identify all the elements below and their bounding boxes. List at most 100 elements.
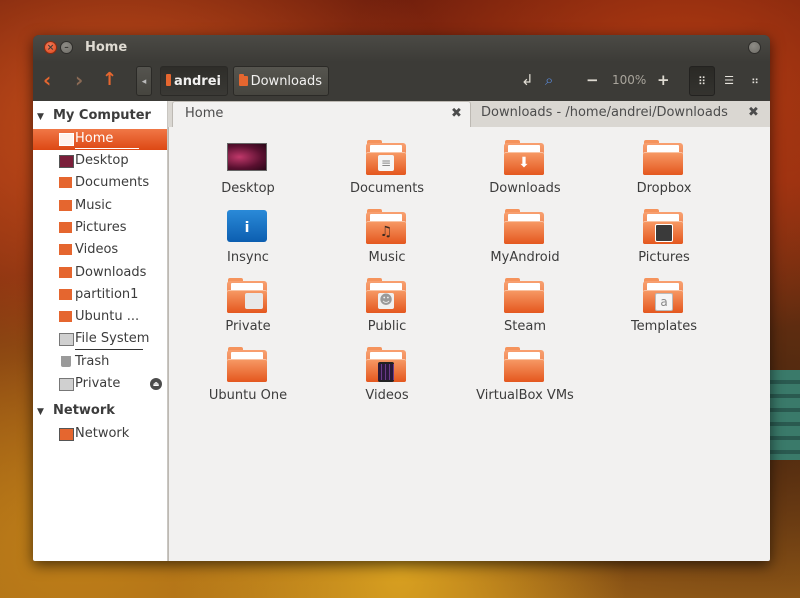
- sidebar-item-label: Desktop: [75, 153, 129, 168]
- sidebar-item-music[interactable]: Music: [33, 196, 167, 217]
- close-window-button[interactable]: ×: [44, 41, 57, 54]
- sidebar-item-label: Videos: [75, 242, 118, 257]
- sidebar-item-partition1[interactable]: partition1: [33, 285, 167, 306]
- documents-folder-icon: [59, 177, 72, 188]
- sidebar-item-ubuntu[interactable]: Ubuntu ...: [33, 307, 167, 328]
- sidebar-item-label: Pictures: [75, 220, 126, 235]
- folder-icon: [59, 311, 72, 322]
- tab-downloads[interactable]: Downloads - /home/andrei/Downloads ✖: [471, 101, 770, 127]
- file-label: Private: [179, 319, 317, 334]
- file-label: Dropbox: [595, 181, 733, 196]
- downloads-folder-icon: ⬇: [504, 143, 544, 175]
- up-arrow-icon[interactable]: ↑: [102, 69, 117, 91]
- folder-icon: [504, 350, 544, 382]
- file-item-videos[interactable]: Videos: [318, 344, 456, 410]
- sidebar-item-home[interactable]: Home: [33, 129, 167, 150]
- file-label: Music: [318, 250, 456, 265]
- zoom-out-button[interactable]: −: [586, 71, 599, 89]
- sidebar-item-desktop[interactable]: Desktop: [33, 151, 167, 172]
- file-item-dropbox[interactable]: Dropbox: [595, 137, 733, 203]
- tab-bar: Home ✖ Downloads - /home/andrei/Download…: [168, 101, 770, 127]
- zoom-in-button[interactable]: +: [657, 71, 670, 89]
- sidebar-item-label: partition1: [75, 287, 138, 302]
- file-item-private[interactable]: Private: [179, 275, 317, 341]
- window-title: Home: [85, 40, 127, 55]
- file-item-music[interactable]: ♫ Music: [318, 206, 456, 272]
- file-label: Ubuntu One: [179, 388, 317, 403]
- file-item-virtualbox-vms[interactable]: VirtualBox VMs: [456, 344, 594, 410]
- folder-icon: [227, 350, 267, 382]
- sidebar-item-pictures[interactable]: Pictures: [33, 218, 167, 239]
- underline: [75, 349, 143, 350]
- breadcrumb-label: andrei: [174, 74, 221, 89]
- tab-label: Home: [185, 106, 223, 121]
- file-item-ubuntu-one[interactable]: Ubuntu One: [179, 344, 317, 410]
- breadcrumb-scroll-left-button[interactable]: ◂: [136, 66, 152, 96]
- forward-arrow-icon[interactable]: ›: [75, 69, 83, 91]
- file-item-insync[interactable]: i Insync: [179, 206, 317, 272]
- folder-icon: [504, 212, 544, 244]
- sidebar-item-videos[interactable]: Videos: [33, 240, 167, 261]
- main-pane: Home ✖ Downloads - /home/andrei/Download…: [168, 101, 770, 561]
- sidebar-item-label: Ubuntu ...: [75, 309, 139, 324]
- breadcrumb-andrei[interactable]: andrei: [160, 66, 228, 96]
- sidebar-item-private[interactable]: Private ⏏: [33, 374, 167, 395]
- location-toggle-icon[interactable]: ↲: [521, 71, 534, 89]
- compact-view-button[interactable]: ⠶: [742, 66, 768, 96]
- file-item-public[interactable]: ☻ Public: [318, 275, 456, 341]
- sidebar-item-documents[interactable]: Documents: [33, 173, 167, 194]
- section-title: My Computer: [53, 108, 151, 123]
- sidebar-item-network[interactable]: Network: [33, 424, 167, 445]
- downloads-folder-icon: [239, 76, 248, 86]
- videos-folder-icon: [59, 244, 72, 255]
- private-folder-icon: [227, 281, 267, 313]
- file-item-downloads[interactable]: ⬇ Downloads: [456, 137, 594, 203]
- file-label: Pictures: [595, 250, 733, 265]
- file-label: Desktop: [179, 181, 317, 196]
- music-folder-icon: [59, 200, 72, 211]
- folder-icon: [59, 289, 72, 300]
- sidebar-item-label: Trash: [75, 354, 109, 369]
- icon-view-button[interactable]: ⠿: [689, 66, 715, 96]
- music-folder-icon: ♫: [366, 212, 406, 244]
- file-label: Steam: [456, 319, 594, 334]
- file-label: Public: [318, 319, 456, 334]
- file-label: VirtualBox VMs: [456, 388, 594, 403]
- list-view-button[interactable]: ☰: [716, 66, 742, 96]
- back-arrow-icon[interactable]: ‹: [43, 69, 51, 91]
- search-icon[interactable]: ⌕: [545, 71, 553, 89]
- sidebar-item-label: File System: [75, 331, 149, 346]
- drive-icon: [59, 378, 74, 391]
- close-tab-icon[interactable]: ✖: [748, 105, 759, 120]
- title-bar[interactable]: × – Home: [33, 35, 770, 62]
- file-item-desktop[interactable]: Desktop: [179, 137, 317, 203]
- eject-icon[interactable]: ⏏: [150, 378, 162, 390]
- pictures-folder-icon: [59, 222, 72, 233]
- tab-home[interactable]: Home ✖: [172, 101, 471, 127]
- sidebar-item-downloads[interactable]: Downloads: [33, 263, 167, 284]
- file-item-steam[interactable]: Steam: [456, 275, 594, 341]
- sidebar-item-file-system[interactable]: File System: [33, 329, 167, 350]
- desktop-wallpaper-icon: [227, 143, 267, 171]
- section-my-computer[interactable]: ▼My Computer: [37, 108, 151, 123]
- maximize-window-button[interactable]: [748, 41, 761, 54]
- trash-icon: [61, 356, 71, 367]
- videos-folder-icon: [366, 350, 406, 382]
- sidebar-item-label: Private: [75, 376, 120, 391]
- file-label: Downloads: [456, 181, 594, 196]
- templates-folder-icon: a: [643, 281, 683, 313]
- file-label: Templates: [595, 319, 733, 334]
- file-item-pictures[interactable]: Pictures: [595, 206, 733, 272]
- expander-icon: ▼: [37, 407, 47, 417]
- file-item-myandroid[interactable]: MyAndroid: [456, 206, 594, 272]
- sidebar-item-trash[interactable]: Trash: [33, 352, 167, 373]
- section-network[interactable]: ▼ Network: [37, 403, 115, 418]
- file-item-templates[interactable]: a Templates: [595, 275, 733, 341]
- desktop-icon: [59, 155, 74, 168]
- section-title: Network: [53, 403, 115, 418]
- file-item-documents[interactable]: ≡ Documents: [318, 137, 456, 203]
- breadcrumb-downloads[interactable]: Downloads: [233, 66, 329, 96]
- sidebar-item-label: Home: [75, 131, 113, 146]
- close-tab-icon[interactable]: ✖: [451, 106, 462, 121]
- minimize-window-button[interactable]: –: [60, 41, 73, 54]
